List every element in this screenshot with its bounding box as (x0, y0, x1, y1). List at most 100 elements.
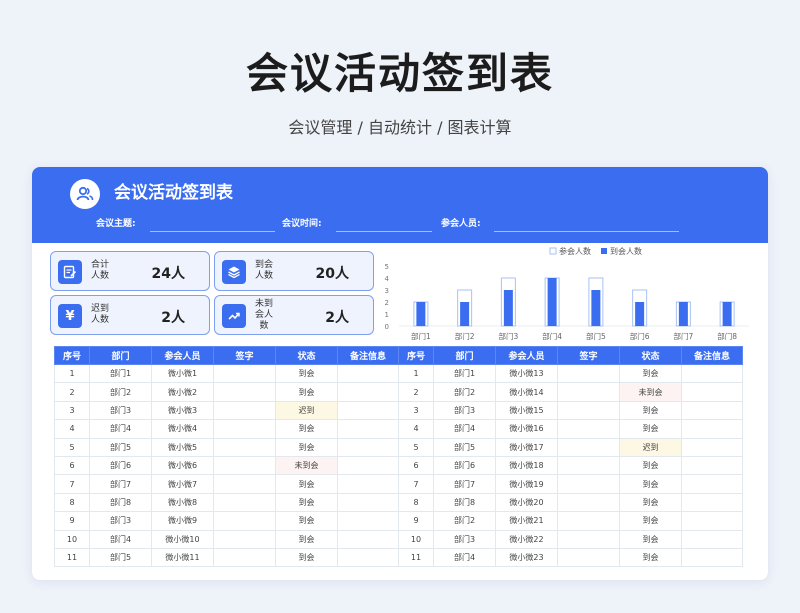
cell-dept: 部门2 (433, 511, 496, 531)
x-tick-label: 部门4 (542, 331, 562, 341)
cell-signature[interactable] (213, 382, 276, 402)
cell-remark[interactable] (337, 400, 399, 421)
cell-signature[interactable] (557, 492, 620, 513)
cell-dept: 部门3 (433, 400, 496, 421)
cell-remark[interactable] (337, 511, 399, 531)
column-header-remark: 备注信息 (337, 346, 399, 365)
column-header-status: 状态 (275, 346, 338, 365)
x-tick-label: 部门5 (586, 331, 606, 341)
cell-remark[interactable] (337, 419, 399, 439)
cell-attendee: 微小微13 (495, 363, 558, 384)
cell-remark[interactable] (337, 547, 399, 568)
cell-status: 迟到 (619, 437, 682, 457)
cell-remark[interactable] (681, 474, 743, 494)
cell-dept: 部门3 (433, 529, 496, 549)
cell-remark[interactable] (681, 437, 743, 457)
stat-late: ¥ 迟到 人数 2人 (50, 295, 210, 335)
bar-attended-7 (678, 302, 688, 326)
cell-signature[interactable] (213, 437, 276, 457)
table-row: 6 部门6 微小微6 未到会 (54, 455, 399, 476)
cell-seq: 8 (398, 492, 434, 513)
cell-attendee: 微小微23 (495, 547, 558, 568)
y-tick-label: 3 (385, 287, 389, 295)
cell-remark[interactable] (337, 455, 399, 476)
meeting-topic-field[interactable] (150, 231, 275, 232)
cell-remark[interactable] (337, 437, 399, 457)
table-row: 4 部门4 微小微4 到会 (54, 419, 399, 439)
cell-remark[interactable] (337, 492, 399, 513)
cell-attendee: 微小微3 (151, 400, 214, 421)
cell-remark[interactable] (681, 492, 743, 513)
cell-dept: 部门8 (433, 492, 496, 513)
cell-signature[interactable] (557, 382, 620, 402)
legend-swatch-series-1 (549, 247, 557, 255)
cell-signature[interactable] (557, 419, 620, 439)
cell-signature[interactable] (213, 455, 276, 476)
cell-signature[interactable] (213, 400, 276, 421)
cell-remark[interactable] (681, 382, 743, 402)
cell-status: 到会 (275, 511, 338, 531)
cell-status: 到会 (619, 474, 682, 494)
cell-attendee: 微小微14 (495, 382, 558, 402)
cell-seq: 1 (398, 363, 434, 384)
cell-dept: 部门3 (89, 511, 152, 531)
cell-signature[interactable] (213, 511, 276, 531)
cell-signature[interactable] (213, 419, 276, 439)
cell-remark[interactable] (337, 382, 399, 402)
cell-dept: 部门1 (433, 363, 496, 384)
cell-signature[interactable] (213, 474, 276, 494)
cell-signature[interactable] (557, 474, 620, 494)
attendees-field[interactable] (494, 231, 679, 232)
table-row: 3 部门3 微小微15 到会 (398, 400, 743, 421)
column-header-seq: 序号 (398, 346, 434, 365)
cell-attendee: 微小微2 (151, 382, 214, 402)
cell-signature[interactable] (557, 529, 620, 549)
cell-attendee: 微小微11 (151, 547, 214, 568)
cell-status: 到会 (619, 455, 682, 476)
stat-total-value: 24人 (151, 266, 185, 282)
legend-label-series-1: 参会人数 (559, 246, 591, 256)
x-tick-label: 部门7 (673, 331, 693, 341)
cell-remark[interactable] (681, 547, 743, 568)
column-header-signature: 签字 (557, 346, 620, 365)
cell-remark[interactable] (681, 400, 743, 421)
cell-signature[interactable] (557, 455, 620, 476)
cell-remark[interactable] (337, 474, 399, 494)
cell-remark[interactable] (337, 363, 399, 384)
cell-status: 到会 (619, 400, 682, 421)
cell-signature[interactable] (213, 547, 276, 568)
x-tick-label: 部门1 (411, 331, 431, 341)
sign-in-sheet-card: 会议活动签到表 会议主题: 会议时间: 参会人员: 合计 人数 24人 到会 人… (32, 167, 768, 580)
cell-remark[interactable] (681, 511, 743, 531)
meeting-time-field[interactable] (336, 231, 432, 232)
cell-signature[interactable] (557, 547, 620, 568)
cell-dept: 部门4 (89, 419, 152, 439)
bar-attended-4 (547, 278, 557, 326)
table-row: 4 部门4 微小微16 到会 (398, 419, 743, 439)
cell-signature[interactable] (557, 363, 620, 384)
cell-signature[interactable] (557, 400, 620, 421)
stat-attended-value: 20人 (315, 266, 349, 282)
cell-remark[interactable] (681, 419, 743, 439)
cell-signature[interactable] (213, 529, 276, 549)
cell-remark[interactable] (681, 363, 743, 384)
x-tick-label: 部门6 (630, 331, 650, 341)
column-header-dept: 部门 (89, 346, 152, 365)
cell-signature[interactable] (213, 492, 276, 513)
cell-signature[interactable] (213, 363, 276, 384)
table-row: 6 部门6 微小微18 到会 (398, 455, 743, 476)
cell-seq: 5 (54, 437, 90, 457)
cell-remark[interactable] (681, 529, 743, 549)
stat-total: 合计 人数 24人 (50, 251, 210, 291)
table-row: 2 部门2 微小微2 到会 (54, 382, 399, 402)
cell-seq: 2 (398, 382, 434, 402)
cell-dept: 部门2 (89, 382, 152, 402)
cell-signature[interactable] (557, 437, 620, 457)
cell-signature[interactable] (557, 511, 620, 531)
y-tick-label: 5 (385, 263, 389, 271)
cell-remark[interactable] (681, 455, 743, 476)
y-tick-label: 4 (385, 275, 390, 283)
cell-status: 到会 (619, 511, 682, 531)
cell-remark[interactable] (337, 529, 399, 549)
cell-status: 未到会 (619, 382, 682, 402)
